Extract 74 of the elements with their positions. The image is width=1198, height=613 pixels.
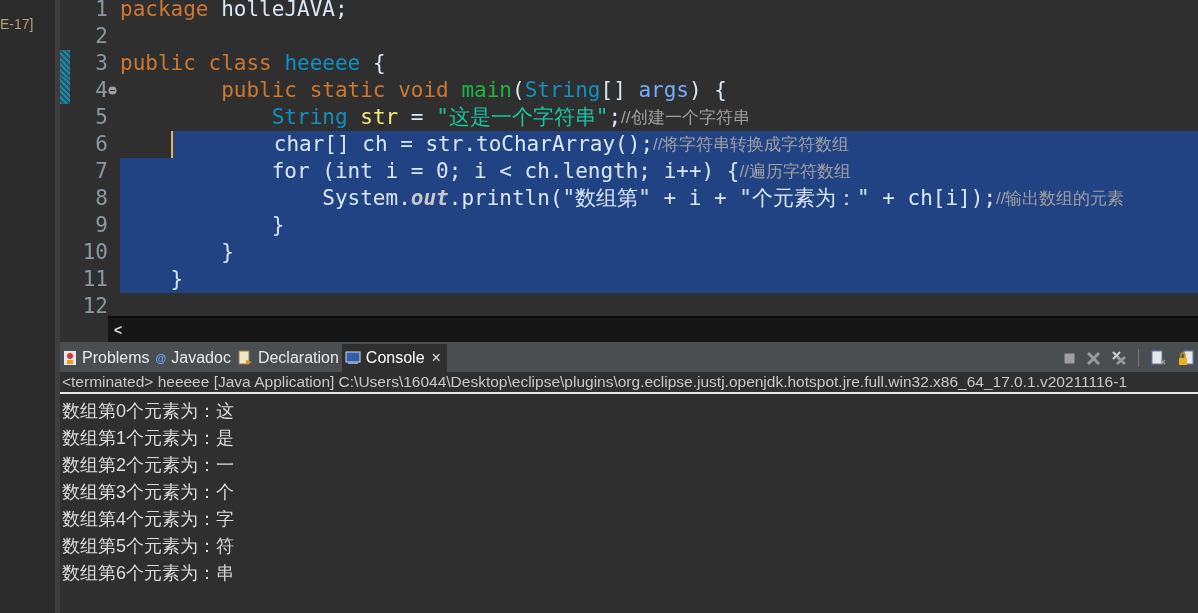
console-output-line: 数组第0个元素为：这 — [62, 400, 235, 423]
code-token: "这是一个字符串" — [436, 103, 609, 131]
scroll-left-arrow[interactable]: < — [114, 319, 123, 341]
code-token: //创建一个字符串 — [621, 106, 750, 129]
code-token: str — [360, 103, 399, 131]
console-output-line: 数组第2个元素为：一 — [62, 454, 235, 477]
side-label: E-17] — [0, 15, 35, 34]
code-token: ( — [511, 76, 525, 104]
tab-label: Declaration — [257, 348, 339, 368]
code-token: package — [120, 0, 209, 23]
warning-list-icon — [63, 350, 77, 366]
remove-all-icon[interactable] — [1112, 351, 1126, 365]
code-token: { — [372, 49, 386, 77]
code-token: String — [271, 103, 348, 131]
fold-icon — [108, 86, 117, 95]
remove-icon[interactable] — [1087, 351, 1100, 365]
tab-label: Problems — [82, 348, 150, 368]
line-number: 7 — [95, 157, 108, 185]
text-cursor — [170, 131, 173, 158]
code-token: } — [271, 211, 285, 239]
code-token: = — [410, 103, 424, 131]
code-token: String — [524, 76, 601, 104]
code-token: //遍历字符数组 — [739, 160, 851, 181]
document-icon — [236, 350, 253, 366]
code-token: holleJAVA; — [221, 0, 348, 23]
close-icon[interactable]: × — [431, 346, 441, 370]
line-number: 12 — [82, 292, 108, 320]
at-icon: @ — [155, 349, 167, 367]
code-token: char[] ch = str.toCharArray(); — [273, 130, 654, 158]
code-token: System. — [322, 184, 411, 212]
console-output-line: 数组第6个元素为：串 — [62, 562, 235, 585]
code-token: args — [638, 76, 689, 104]
code-token: public class — [120, 49, 272, 77]
line-number: 9 — [95, 211, 108, 239]
line-number: 3 — [95, 49, 108, 77]
console-output-line: 数组第4个元素为：字 — [62, 508, 235, 531]
code-token: for (int i = 0; i < ch.length; i++) { — [271, 157, 740, 185]
code-token: [] — [600, 76, 626, 104]
code-token: .println("数组第" + i + "个元素为：" + ch[i]); — [448, 184, 997, 212]
code-token: //将字符串转换成字符数组 — [653, 133, 850, 156]
code-token: main — [461, 76, 512, 104]
console-output-line: 数组第5个元素为：符 — [62, 535, 235, 558]
panel-tab[interactable]: Console × — [341, 344, 447, 372]
code-token: heeeee — [284, 49, 361, 77]
line-number: 4 — [95, 76, 108, 104]
tab-label: Console — [365, 348, 425, 368]
panel-tab[interactable]: Problems — [60, 344, 153, 372]
stop-icon[interactable] — [1064, 352, 1075, 364]
tab-label: Javadoc — [171, 348, 231, 368]
code-token: } — [170, 265, 184, 293]
code-token: ; — [608, 103, 622, 131]
line-number: 1 — [95, 0, 108, 23]
code-token: public static void — [221, 76, 449, 104]
lock-icon[interactable] — [1178, 350, 1194, 366]
console-output-line: 数组第3个元素为：个 — [62, 481, 235, 504]
line-number: 6 — [95, 130, 108, 158]
monitor-icon — [344, 351, 361, 365]
panel-tab[interactable]: Declaration — [233, 344, 342, 372]
code-token: ) { — [689, 76, 727, 104]
line-number: 10 — [82, 238, 108, 266]
line-number: 2 — [95, 22, 108, 50]
line-number: 5 — [95, 103, 108, 131]
code-token: out — [410, 184, 449, 212]
line-number: 8 — [95, 184, 108, 212]
console-output-line: 数组第1个元素为：是 — [62, 427, 235, 450]
console-description: <terminated> heeeee [Java Application] C:\Users\16044\Desktop\eclipse\plugins\org.eclipse.justj.openjdk.hotspot.jre.full.win32.x86_64_17.0.1.v20211116-1 — [61, 372, 1127, 392]
document-icon[interactable] — [1151, 350, 1166, 366]
change-marker — [60, 50, 70, 77]
line-number: 11 — [82, 265, 108, 293]
panel-tab[interactable]: @ Javadoc — [152, 344, 234, 372]
code-token: //输出数组的元素 — [996, 187, 1125, 210]
code-token: } — [221, 238, 234, 266]
change-marker — [60, 77, 70, 104]
horizontal-scrollbar[interactable]: < — [108, 316, 1198, 342]
